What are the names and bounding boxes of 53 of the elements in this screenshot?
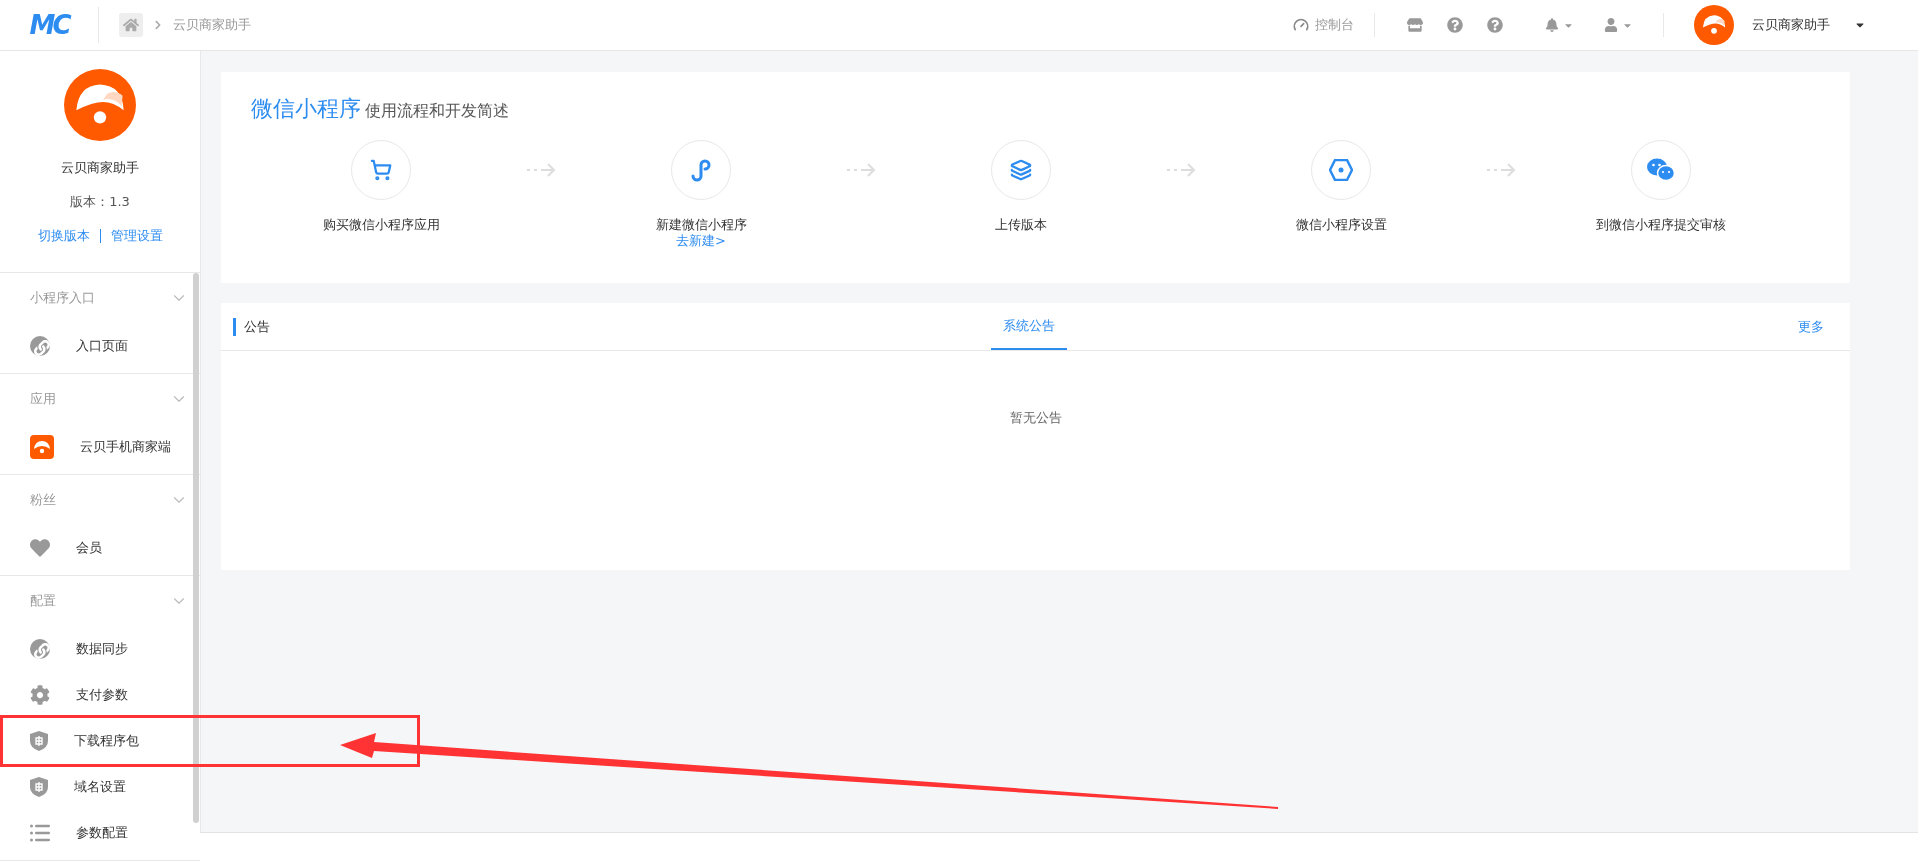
menu-item[interactable]: 下载程序包 <box>3 718 200 764</box>
flow-subtitle: 使用流程和开发简述 <box>365 101 509 122</box>
home-button[interactable] <box>119 13 143 37</box>
avatar[interactable] <box>1694 5 1734 45</box>
menu-item[interactable]: 入口页面 <box>3 323 200 369</box>
notice-heading: 公告 <box>233 317 270 336</box>
shield-icon <box>30 731 48 751</box>
notifications-icon[interactable] <box>1545 18 1574 32</box>
menu-item[interactable]: 云贝手机商家端 <box>3 424 200 470</box>
gear-icon <box>30 685 50 705</box>
help-icon[interactable] <box>1487 17 1503 33</box>
scrollbar[interactable] <box>193 273 199 823</box>
shield-icon <box>30 777 48 797</box>
step-label: 上传版本 <box>995 216 1047 234</box>
step-label: 购买微信小程序应用 <box>322 216 440 234</box>
menu-section-title: 配置 <box>30 592 56 610</box>
menu-section-title: 应用 <box>30 390 56 408</box>
create-link[interactable]: 去新建> <box>676 234 726 247</box>
menu-item[interactable]: 域名设置 <box>3 764 200 810</box>
mini-program-icon <box>689 158 713 182</box>
menu-item[interactable]: 支付参数 <box>3 672 200 718</box>
help-icon[interactable] <box>1447 17 1463 33</box>
user-icon[interactable] <box>1604 18 1633 32</box>
gauge-icon <box>1293 17 1309 33</box>
empty-message: 暂无公告 <box>1008 409 1063 427</box>
list-icon <box>30 824 50 842</box>
app-logo-icon <box>64 69 136 141</box>
menu-item[interactable]: 数据同步 <box>3 626 200 672</box>
step-label: 新建微信小程序 <box>655 216 747 234</box>
step-label: 到微信小程序提交审核 <box>1596 216 1726 234</box>
step-label: 微信小程序设置 <box>1295 216 1387 234</box>
app-logo-icon <box>30 435 54 459</box>
sidebar-link[interactable]: 切换版本 <box>37 227 90 245</box>
cart-icon <box>370 159 392 181</box>
notice-tab[interactable]: 系统公告 <box>990 303 1067 350</box>
heart-icon <box>30 538 50 558</box>
app-name: 云贝商家助手 <box>61 159 139 177</box>
layers-icon <box>1010 159 1032 181</box>
menu-item[interactable]: 参数配置 <box>3 810 200 856</box>
app-version: 版本：1.3 <box>70 193 130 211</box>
chevron-right-icon <box>153 20 163 30</box>
more-link[interactable]: 更多 <box>1798 317 1824 336</box>
menu-item[interactable]: 会员 <box>3 525 200 571</box>
store-icon[interactable] <box>1407 17 1423 33</box>
link-icon <box>30 639 50 659</box>
menu-section-title: 粉丝 <box>30 491 56 509</box>
flow-title: 微信小程序 <box>251 95 361 123</box>
menu-section-title: 小程序入口 <box>30 289 95 307</box>
hexagon-icon <box>1329 159 1353 181</box>
chat-bubbles-icon <box>1647 158 1675 182</box>
sidebar-link[interactable]: 管理设置 <box>110 227 163 245</box>
link-icon <box>30 336 50 356</box>
account-name[interactable]: 云贝商家助手 <box>1752 16 1830 34</box>
